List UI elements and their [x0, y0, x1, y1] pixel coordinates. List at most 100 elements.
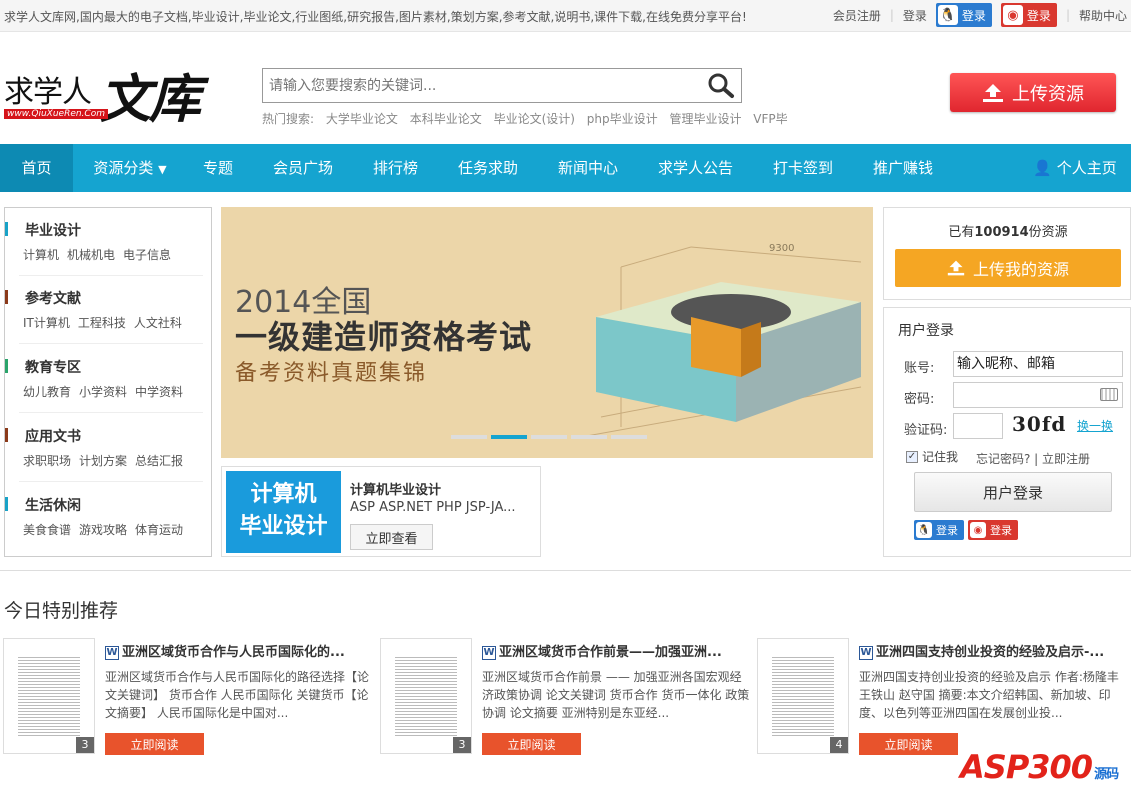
word-doc-icon: W — [105, 646, 119, 660]
hot-term[interactable]: 管理毕业设计 — [669, 112, 741, 126]
carousel-dots — [451, 435, 647, 439]
category-link[interactable]: 工程科技 — [78, 316, 126, 330]
hot-term[interactable]: 大学毕业论文 — [326, 112, 398, 126]
watermark-logo: ASP300 源码 — [960, 748, 1119, 786]
carousel-dot[interactable] — [531, 435, 567, 439]
hot-term[interactable]: php毕业设计 — [587, 112, 658, 126]
refresh-captcha-link[interactable]: 换一换 — [1077, 417, 1113, 434]
carousel-dot[interactable] — [571, 435, 607, 439]
weibo-login-button[interactable]: ◉ 登录 — [1000, 3, 1057, 27]
doc-title[interactable]: W 亚洲区域货币合作与人民币国际化的... — [105, 641, 345, 660]
word-doc-icon: W — [859, 646, 873, 660]
weibo-icon: ◉ — [1002, 5, 1023, 25]
hot-term[interactable]: 毕业论文(设计) — [494, 112, 575, 126]
nav-ranking[interactable]: 排行榜 — [363, 144, 428, 192]
category-group: 应用文书 求职职场 计划方案 总结汇报 — [5, 414, 211, 482]
carousel-dot[interactable] — [611, 435, 647, 439]
category-link[interactable]: IT计算机 — [23, 316, 70, 330]
nav-member-square[interactable]: 会员广场 — [263, 144, 343, 192]
category-link[interactable]: 机械机电 — [67, 248, 115, 262]
category-link[interactable]: 电子信息 — [123, 248, 171, 262]
doc-title[interactable]: W 亚洲区域货币合作前景——加强亚洲... — [482, 641, 722, 660]
hot-term[interactable]: VFP毕 — [753, 112, 787, 126]
upload-my-resource-button[interactable]: 上传我的资源 — [895, 249, 1121, 287]
login-button[interactable]: 用户登录 — [914, 472, 1112, 512]
promo-image[interactable]: 计算机 毕业设计 — [226, 471, 341, 553]
category-title[interactable]: 生活休闲 — [25, 495, 81, 515]
view-now-button[interactable]: 立即查看 — [350, 524, 433, 550]
read-now-button[interactable]: 立即阅读 — [859, 733, 958, 755]
resource-count-box: 已有100914份资源 上传我的资源 — [883, 207, 1131, 300]
doc-title[interactable]: W 亚洲四国支持创业投资的经验及启示-... — [859, 641, 1104, 660]
search-button[interactable] — [705, 71, 737, 99]
password-input[interactable] — [953, 382, 1123, 408]
category-title[interactable]: 教育专区 — [25, 357, 81, 377]
category-link[interactable]: 总结汇报 — [135, 454, 183, 468]
recommend-item: 3 W 亚洲区域货币合作前景——加强亚洲... 亚洲区域货币合作前景 —— 加强亚… — [380, 638, 750, 758]
category-group: 参考文献 IT计算机 工程科技 人文社科 — [5, 276, 211, 344]
doc-thumbnail[interactable]: 3 — [380, 638, 472, 754]
nav-news[interactable]: 新闻中心 — [548, 144, 628, 192]
upload-resource-button[interactable]: 上传资源 — [950, 73, 1116, 112]
read-now-button[interactable]: 立即阅读 — [105, 733, 204, 755]
search-input[interactable] — [263, 69, 698, 102]
category-link[interactable]: 计划方案 — [79, 454, 127, 468]
social-login: 🐧 登录 ◉ 登录 — [914, 520, 1018, 540]
nav-task-help[interactable]: 任务求助 — [448, 144, 528, 192]
help-link[interactable]: 帮助中心 — [1079, 7, 1127, 24]
hot-term[interactable]: 本科毕业论文 — [410, 112, 482, 126]
category-link[interactable]: 幼儿教育 — [23, 385, 71, 399]
captcha-image[interactable]: 30fd — [1012, 412, 1072, 438]
forgot-register-links[interactable]: 忘记密码? | 立即注册 — [976, 450, 1090, 467]
nav-categories[interactable]: 资源分类 ▼ — [80, 144, 180, 192]
site-logo[interactable]: 求学人 文库 www.QiuXueRen.Com — [4, 61, 234, 151]
nav-checkin[interactable]: 打卡签到 — [763, 144, 843, 192]
doc-thumbnail[interactable]: 3 — [3, 638, 95, 754]
remember-checkbox[interactable]: ✓ — [906, 450, 918, 463]
read-now-button[interactable]: 立即阅读 — [482, 733, 581, 755]
register-link[interactable]: 会员注册 — [833, 7, 881, 24]
word-doc-icon: W — [482, 646, 496, 660]
nav-personal-home[interactable]: 👤 个人主页 — [1025, 144, 1125, 192]
nav-promote[interactable]: 推广赚钱 — [863, 144, 943, 192]
category-group: 教育专区 幼儿教育 小学资料 中学资料 — [5, 345, 211, 413]
qq-login-button[interactable]: 🐧 登录 — [914, 520, 964, 540]
doc-thumbnail[interactable]: 4 — [757, 638, 849, 754]
category-link[interactable]: 人文社科 — [134, 316, 182, 330]
carousel-dot-active[interactable] — [491, 435, 527, 439]
category-link[interactable]: 游戏攻略 — [79, 523, 127, 537]
category-link[interactable]: 小学资料 — [79, 385, 127, 399]
keyboard-icon[interactable] — [1100, 388, 1118, 401]
category-title[interactable]: 参考文献 — [25, 288, 81, 308]
category-link[interactable]: 求职职场 — [23, 454, 71, 468]
page-count: 3 — [76, 737, 94, 753]
banner-carousel[interactable]: 9300 2014全国 一级建造师资格考试 备考资料真题集锦 — [221, 207, 873, 458]
qq-login-button[interactable]: 🐧 登录 — [935, 3, 992, 27]
weibo-icon: ◉ — [970, 522, 986, 538]
remember-me[interactable]: ✓ 记住我 — [906, 448, 958, 465]
banner-line3: 备考资料真题集锦 — [235, 361, 428, 386]
category-link[interactable]: 美食食谱 — [23, 523, 71, 537]
main-nav: 首页 资源分类 ▼ 专题 会员广场 排行榜 任务求助 新闻中心 求学人公告 打卡… — [0, 144, 1131, 192]
dimension-label: 9300 — [769, 243, 794, 254]
captcha-input[interactable] — [953, 413, 1003, 439]
promo-title[interactable]: 计算机毕业设计 — [350, 479, 441, 498]
nav-announcements[interactable]: 求学人公告 — [648, 144, 743, 192]
qq-icon: 🐧 — [937, 5, 958, 25]
category-title[interactable]: 应用文书 — [25, 426, 81, 446]
weibo-login-button[interactable]: ◉ 登录 — [968, 520, 1018, 540]
category-group: 毕业设计 计算机 机械机电 电子信息 — [5, 208, 211, 276]
category-title[interactable]: 毕业设计 — [25, 220, 81, 240]
account-input[interactable]: 输入昵称、邮箱 — [953, 351, 1123, 377]
carousel-dot[interactable] — [451, 435, 487, 439]
recommend-title: 今日特别推荐 — [4, 600, 119, 622]
nav-topics[interactable]: 专题 — [193, 144, 243, 192]
search-icon — [708, 73, 734, 98]
login-link[interactable]: 登录 — [903, 7, 927, 24]
category-link[interactable]: 中学资料 — [135, 385, 183, 399]
category-link[interactable]: 计算机 — [23, 248, 59, 262]
nav-home[interactable]: 首页 — [0, 144, 73, 192]
category-link[interactable]: 体育运动 — [135, 523, 183, 537]
doc-desc: 亚洲区域货币合作与人民币国际化的路径选择【论文关键词】 货币合作 人民币国际化 … — [105, 670, 370, 720]
upload-icon — [947, 260, 965, 276]
